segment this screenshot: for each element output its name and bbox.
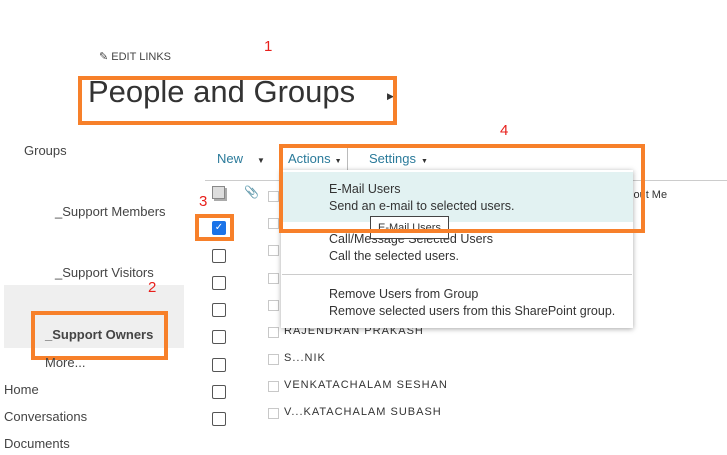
annotation-box-1	[78, 76, 397, 125]
row-checkbox[interactable]	[212, 412, 226, 426]
annotation-box-4	[279, 144, 645, 233]
attachment-icon: 📎	[244, 185, 259, 199]
nav-documents[interactable]: Documents	[4, 436, 70, 451]
annotation-box-3	[195, 214, 234, 241]
menu-item-call-users[interactable]: Call/Message Selected UsersCall the sele…	[281, 231, 633, 265]
menu-separator	[282, 274, 632, 275]
nav-conversations[interactable]: Conversations	[4, 409, 87, 424]
row-checkbox[interactable]	[212, 249, 226, 263]
nav-home[interactable]: Home	[4, 382, 39, 397]
item-checkbox[interactable]	[268, 191, 279, 202]
annotation-box-2	[31, 311, 168, 360]
more-link[interactable]: More...	[45, 355, 85, 370]
groups-heading[interactable]: Groups	[24, 143, 67, 158]
row-checkbox[interactable]	[212, 276, 226, 290]
item-checkbox[interactable]	[268, 354, 279, 365]
user-name[interactable]: V...KATACHALAM SUBASH	[284, 406, 442, 418]
group-members[interactable]: _Support Members	[55, 204, 166, 219]
group-visitors[interactable]: _Support Visitors	[55, 265, 154, 280]
row-checkbox[interactable]	[212, 358, 226, 372]
annotation-3: 3	[199, 193, 208, 210]
pencil-icon: ✎	[99, 51, 109, 63]
item-checkbox[interactable]	[268, 218, 279, 229]
row-checkbox[interactable]	[212, 330, 226, 344]
item-checkbox[interactable]	[268, 381, 279, 392]
user-name[interactable]: S...NIK	[284, 352, 326, 364]
annotation-1: 1	[264, 38, 273, 55]
annotation-4: 4	[500, 122, 509, 139]
annotation-2: 2	[148, 279, 157, 296]
row-checkbox[interactable]	[212, 385, 226, 399]
new-button[interactable]: New ▼	[217, 151, 265, 166]
select-all-icon[interactable]	[212, 186, 225, 199]
item-checkbox[interactable]	[268, 300, 279, 311]
row-checkbox[interactable]	[212, 303, 226, 317]
item-checkbox[interactable]	[268, 273, 279, 284]
item-checkbox[interactable]	[268, 327, 279, 338]
edit-links[interactable]: ✎ EDIT LINKS	[99, 50, 171, 63]
menu-item-remove-users[interactable]: Remove Users from Group Remove selected u…	[281, 286, 633, 320]
item-checkbox[interactable]	[268, 408, 279, 419]
user-name[interactable]: VENKATACHALAM SESHAN	[284, 379, 448, 391]
item-checkbox[interactable]	[268, 245, 279, 256]
